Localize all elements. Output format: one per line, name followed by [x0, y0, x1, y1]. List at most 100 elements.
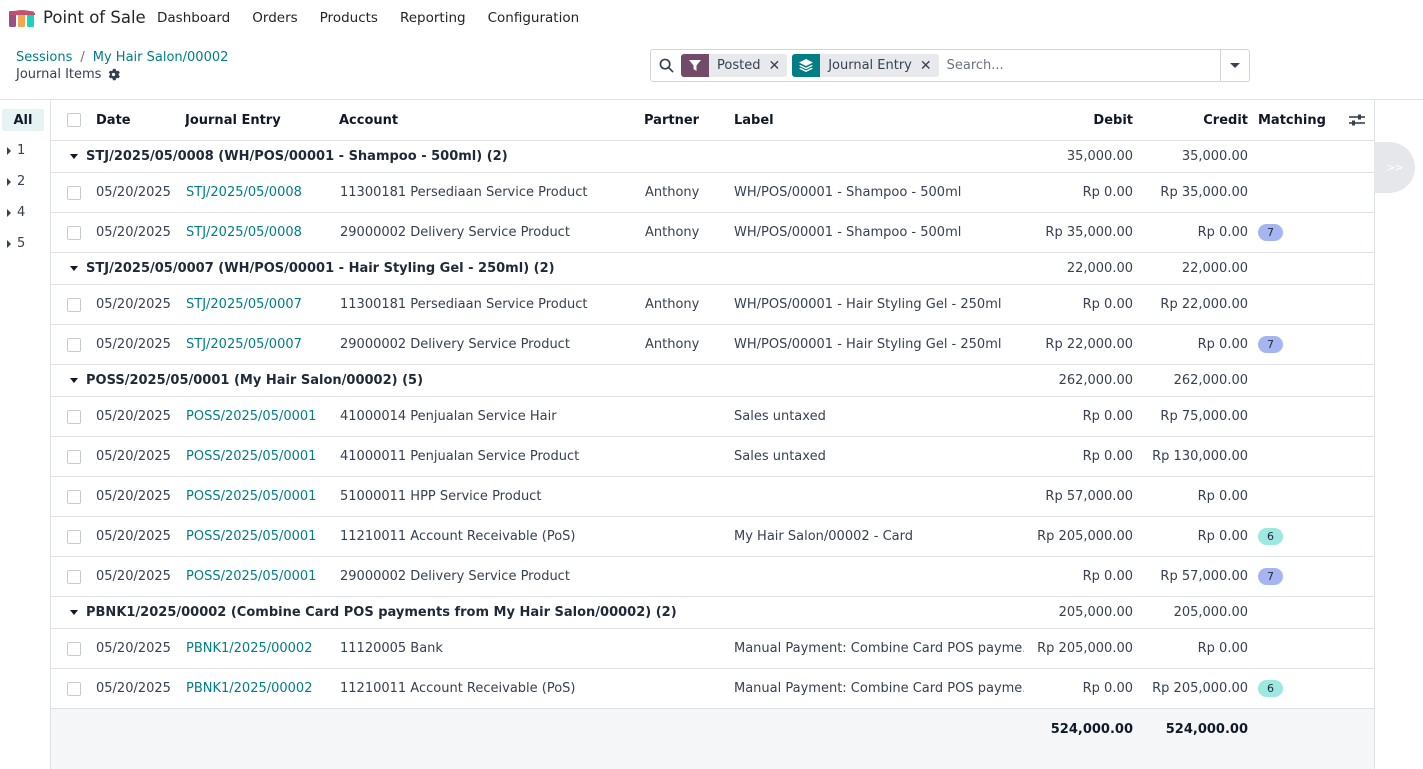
optional-columns-toggle[interactable] [1349, 100, 1367, 140]
menu-orders[interactable]: Orders [252, 10, 297, 26]
col-credit[interactable]: Credit [1148, 100, 1248, 140]
menu-reporting[interactable]: Reporting [400, 10, 466, 26]
group-row[interactable]: STJ/2025/05/0007 (WH/POS/00001 - Hair St… [51, 253, 1374, 285]
col-account[interactable]: Account [339, 100, 479, 140]
col-debit[interactable]: Debit [1033, 100, 1133, 140]
cell-credit: Rp 57,000.00 [1160, 569, 1248, 584]
row-checkbox[interactable] [67, 489, 81, 504]
side-filter-5[interactable]: 5 [7, 236, 25, 251]
cell-journal-entry[interactable]: POSS/2025/05/0001 [186, 557, 336, 596]
row-checkbox[interactable] [67, 185, 81, 200]
remove-facet-journal-entry-icon[interactable]: ✕ [920, 58, 939, 74]
group-credit: 22,000.00 [1181, 261, 1248, 276]
cell-journal-entry[interactable]: STJ/2025/05/0008 [186, 173, 336, 212]
group-row[interactable]: POSS/2025/05/0001 (My Hair Salon/00002) … [51, 365, 1374, 397]
pos-app-icon[interactable] [9, 9, 35, 27]
cell-account: 11300181 Persediaan Service Product [340, 185, 588, 200]
col-matching[interactable]: Matching [1258, 100, 1338, 140]
page-title-text: Journal Items [16, 67, 102, 82]
row-checkbox[interactable] [67, 529, 81, 544]
right-gutter [1374, 100, 1423, 769]
cell-journal-entry[interactable]: POSS/2025/05/0001 [186, 477, 336, 516]
caret-down-icon [1230, 63, 1240, 68]
row-checkbox[interactable] [67, 569, 81, 584]
matching-badge[interactable]: 7 [1258, 568, 1283, 585]
side-filter-label: 5 [17, 236, 26, 251]
menu-configuration[interactable]: Configuration [488, 10, 580, 26]
group-row[interactable]: STJ/2025/05/0008 (WH/POS/00001 - Shampoo… [51, 141, 1374, 173]
row-checkbox[interactable] [67, 225, 81, 240]
cell-label: My Hair Salon/00002 - Card [734, 529, 913, 544]
row-select-cell [67, 213, 83, 252]
table-row[interactable]: 05/20/2025 STJ/2025/05/0008 11300181 Perse… [51, 173, 1374, 213]
row-checkbox[interactable] [67, 449, 81, 464]
side-filter-2[interactable]: 2 [7, 174, 25, 189]
cell-partner: Anthony [645, 297, 700, 312]
row-select-cell [67, 325, 83, 364]
breadcrumb-current[interactable]: My Hair Salon/00002 [93, 50, 229, 65]
row-checkbox[interactable] [67, 409, 81, 424]
search-input[interactable] [943, 51, 1220, 80]
side-filter-1[interactable]: 1 [7, 143, 25, 158]
cell-label: Manual Payment: Combine Card POS payme..… [734, 681, 1024, 696]
table-row[interactable]: 05/20/2025 PBNK1/2025/00002 11210011 Accou… [51, 669, 1374, 709]
group-title-text: PBNK1/2025/00002 (Combine Card POS payme… [86, 605, 677, 620]
cell-journal-entry[interactable]: POSS/2025/05/0001 [186, 437, 336, 476]
menu-products[interactable]: Products [320, 10, 378, 26]
cell-label: Sales untaxed [734, 449, 826, 464]
matching-badge[interactable]: 7 [1258, 336, 1283, 353]
group-row[interactable]: PBNK1/2025/00002 (Combine Card POS payme… [51, 597, 1374, 629]
cell-partner [645, 629, 730, 668]
menu-dashboard[interactable]: Dashboard [157, 10, 230, 26]
cell-journal-entry[interactable]: POSS/2025/05/0001 [186, 397, 336, 436]
cell-journal-entry[interactable]: STJ/2025/05/0007 [186, 325, 336, 364]
search-options-toggle[interactable] [1220, 50, 1249, 81]
col-date[interactable]: Date [96, 100, 176, 140]
search-icon[interactable] [651, 58, 681, 73]
table-row[interactable]: 05/20/2025 POSS/2025/05/0001 41000011 Penj… [51, 437, 1374, 477]
cell-debit: Rp 0.00 [1082, 297, 1133, 312]
table-row[interactable]: 05/20/2025 POSS/2025/05/0001 51000011 HPP … [51, 477, 1374, 517]
table-row[interactable]: 05/20/2025 STJ/2025/05/0007 11300181 Perse… [51, 285, 1374, 325]
side-filter-4[interactable]: 4 [7, 205, 25, 220]
col-partner[interactable]: Partner [644, 100, 724, 140]
row-checkbox[interactable] [67, 297, 81, 312]
cell-debit: Rp 205,000.00 [1037, 529, 1133, 544]
row-select-cell [67, 629, 83, 668]
row-checkbox[interactable] [67, 641, 81, 656]
row-select-cell [67, 285, 83, 324]
table-row[interactable]: 05/20/2025 POSS/2025/05/0001 29000002 Deli… [51, 557, 1374, 597]
select-all-checkbox[interactable] [67, 113, 81, 127]
col-label[interactable]: Label [734, 100, 814, 140]
table-row[interactable]: 05/20/2025 PBNK1/2025/00002 11120005 Bank M… [51, 629, 1374, 669]
breadcrumb-sessions[interactable]: Sessions [16, 50, 72, 65]
table-row[interactable]: 05/20/2025 POSS/2025/05/0001 41000014 Penj… [51, 397, 1374, 437]
side-filter-all[interactable]: All [2, 109, 44, 131]
row-checkbox[interactable] [67, 337, 81, 352]
matching-badge[interactable]: 6 [1258, 680, 1283, 697]
cell-journal-entry[interactable]: STJ/2025/05/0008 [186, 213, 336, 252]
matching-badge[interactable]: 7 [1258, 224, 1283, 241]
col-journal-entry[interactable]: Journal Entry [185, 100, 325, 140]
caret-down-icon [70, 266, 78, 271]
gear-icon[interactable] [107, 68, 121, 81]
app-title[interactable]: Point of Sale [43, 8, 146, 27]
remove-facet-posted-icon[interactable]: ✕ [768, 58, 787, 74]
table-row[interactable]: 05/20/2025 POSS/2025/05/0001 11210011 Acco… [51, 517, 1374, 557]
cell-journal-entry[interactable]: POSS/2025/05/0001 [186, 517, 336, 556]
cell-partner: Anthony [645, 225, 700, 240]
table-row[interactable]: 05/20/2025 STJ/2025/05/0008 29000002 Deliv… [51, 213, 1374, 253]
cell-account: 11120005 Bank [340, 641, 443, 656]
breadcrumb-separator: / [80, 50, 85, 65]
cell-journal-entry[interactable]: STJ/2025/05/0007 [186, 285, 336, 324]
matching-badge[interactable]: 6 [1258, 528, 1283, 545]
table-row[interactable]: 05/20/2025 STJ/2025/05/0007 29000002 Deliv… [51, 325, 1374, 365]
cell-credit: Rp 0.00 [1197, 529, 1248, 544]
cell-date: 05/20/2025 [96, 489, 171, 504]
cell-date: 05/20/2025 [96, 449, 171, 464]
cell-journal-entry[interactable]: PBNK1/2025/00002 [186, 669, 336, 708]
row-checkbox[interactable] [67, 681, 81, 696]
group-title-text: STJ/2025/05/0008 (WH/POS/00001 - Shampoo… [86, 149, 508, 164]
cell-journal-entry[interactable]: PBNK1/2025/00002 [186, 629, 336, 668]
cell-label: WH/POS/00001 - Shampoo - 500ml [734, 185, 962, 200]
